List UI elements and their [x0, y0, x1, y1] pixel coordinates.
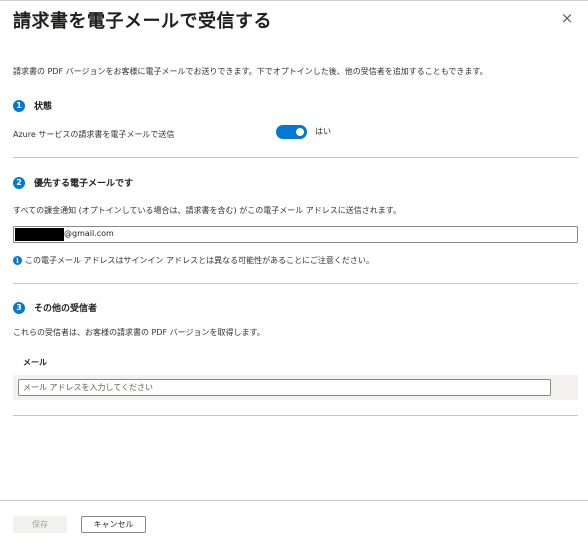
section-divider-3	[13, 415, 578, 416]
section-divider-1	[13, 157, 578, 158]
recipient-row	[13, 375, 578, 400]
section-preferred-email-heading: 2 優先する電子メールです	[13, 176, 133, 189]
panel-title: 請求書を電子メールで受信する	[13, 11, 272, 32]
close-icon[interactable]: ×	[556, 7, 578, 29]
save-button[interactable]: 保存	[13, 516, 67, 533]
step-2-badge: 2	[13, 176, 25, 189]
email-info-text: この電子メール アドレスはサインイン アドレスとは異なる可能性があることにご注意…	[25, 256, 374, 265]
recipients-column-header: メール	[23, 358, 47, 367]
email-invoice-toggle[interactable]	[276, 125, 307, 139]
cancel-button[interactable]: キャンセル	[81, 516, 146, 533]
top-border	[0, 0, 588, 1]
preferred-email-value: @gmail.com	[64, 229, 114, 238]
step-3-badge: 3	[13, 301, 25, 314]
section-status-label: 状態	[34, 102, 53, 112]
email-info-note: i この電子メール アドレスはサインイン アドレスとは異なる可能性があることにご…	[13, 255, 374, 266]
intro-text: 請求書の PDF バージョンをお客様に電子メールでお送りできます。下でオプトイン…	[13, 67, 488, 76]
preferred-email-field[interactable]: @gmail.com	[13, 226, 578, 243]
section-status-heading: 1 状態	[13, 99, 52, 112]
section-preferred-email-label: 優先する電子メールです	[34, 179, 134, 189]
section-other-recipients-heading: 3 その他の受信者	[13, 301, 97, 314]
email-invoice-label: Azure サービスの請求書を電子メールで送信	[13, 130, 175, 139]
preferred-email-description: すべての課金通知 (オプトインしている場合は、請求書を含む) がこの電子メール …	[13, 206, 401, 215]
step-1-badge: 1	[13, 99, 25, 112]
redacted-block	[15, 228, 64, 241]
section-divider-2	[13, 283, 578, 284]
other-recipients-description: これらの受信者は、お客様の請求書の PDF バージョンを取得します。	[13, 328, 265, 337]
toggle-state-label: はい	[315, 127, 331, 136]
footer-divider	[0, 500, 588, 501]
toggle-knob	[296, 128, 304, 136]
info-icon: i	[13, 256, 22, 265]
recipient-email-input[interactable]	[18, 379, 551, 396]
section-other-recipients-label: その他の受信者	[34, 304, 98, 314]
